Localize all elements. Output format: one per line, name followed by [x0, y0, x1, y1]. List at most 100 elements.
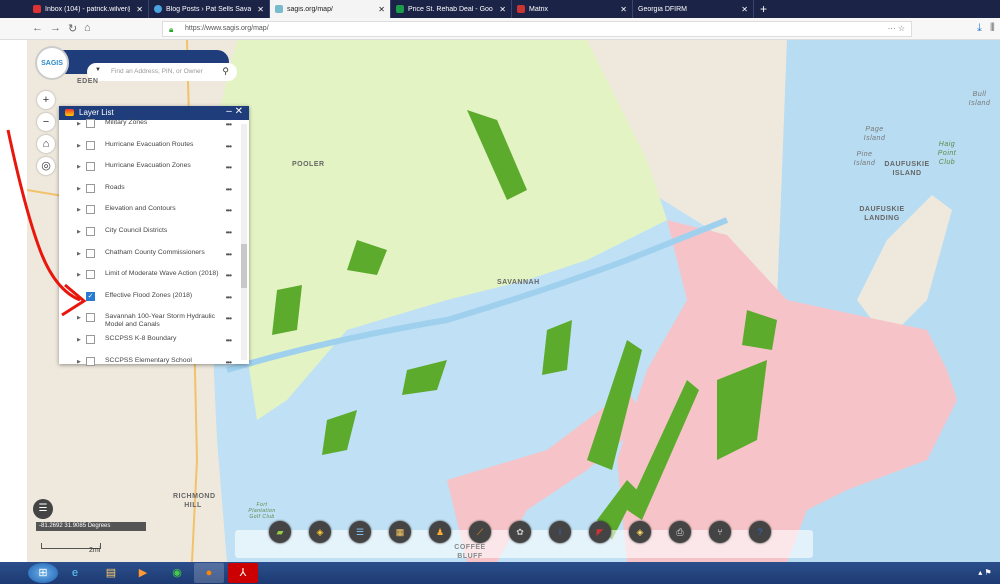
- scrollbar-thumb[interactable]: [241, 244, 247, 288]
- tab-matrix[interactable]: Matrix ✕: [512, 0, 633, 18]
- more-options-icon[interactable]: •••: [226, 314, 232, 323]
- expand-arrow-icon[interactable]: ▶: [77, 337, 81, 343]
- expand-arrow-icon[interactable]: ▶: [77, 272, 81, 278]
- acrobat-icon[interactable]: ⅄: [228, 563, 258, 583]
- more-options-icon[interactable]: •••: [226, 271, 232, 280]
- layer-checkbox[interactable]: [86, 334, 95, 344]
- layer-row[interactable]: ▶ Hurricane Evacuation Zones •••: [59, 157, 249, 179]
- layer-row[interactable]: ▶ Elevation and Contours •••: [59, 200, 249, 222]
- close-tab-icon[interactable]: ✕: [741, 5, 748, 14]
- zoom-out-button[interactable]: −: [37, 113, 55, 131]
- chrome-icon[interactable]: ◉: [162, 563, 192, 583]
- layer-row[interactable]: ▶ City Council Districts •••: [59, 222, 249, 244]
- layer-checkbox[interactable]: [86, 270, 95, 280]
- layer-row[interactable]: ▶ ✓ Effective Flood Zones (2018) •••: [59, 287, 249, 309]
- measurement-button[interactable]: ⟋: [469, 521, 491, 543]
- more-options-icon[interactable]: •••: [226, 293, 232, 302]
- forward-icon[interactable]: →: [50, 22, 61, 34]
- expand-arrow-icon[interactable]: ▶: [77, 143, 81, 149]
- bookmark-button[interactable]: ◤: [589, 521, 611, 543]
- expand-arrow-icon[interactable]: ▶: [77, 251, 81, 257]
- draw-button[interactable]: ✿: [509, 521, 531, 543]
- zoom-in-button[interactable]: +: [37, 91, 55, 109]
- more-options-icon[interactable]: •••: [226, 142, 232, 151]
- layer-row[interactable]: ▶ Limit of Moderate Wave Action (2018) •…: [59, 265, 249, 287]
- layer-row[interactable]: ▶ SCCPSS K-8 Boundary •••: [59, 330, 249, 352]
- file-explorer-icon[interactable]: ▤: [96, 563, 126, 583]
- legend-button[interactable]: ☰: [349, 521, 371, 543]
- more-options-icon[interactable]: •••: [226, 358, 232, 367]
- downloads-icon[interactable]: ⤓: [977, 22, 982, 35]
- about-button[interactable]: i: [549, 521, 571, 543]
- my-location-button[interactable]: ◎: [37, 157, 55, 175]
- back-icon[interactable]: ←: [32, 22, 43, 34]
- close-tab-icon[interactable]: ✕: [378, 5, 385, 14]
- attribute-table-button[interactable]: ☰: [33, 499, 53, 519]
- layer-checkbox[interactable]: [86, 183, 95, 193]
- media-player-icon[interactable]: ▶: [128, 563, 158, 583]
- layer-checkbox[interactable]: [86, 226, 95, 236]
- more-options-icon[interactable]: •••: [226, 206, 232, 215]
- expand-arrow-icon[interactable]: ▶: [77, 164, 81, 170]
- library-icon[interactable]: ⦀: [990, 22, 995, 35]
- add-data-button[interactable]: ◈: [629, 521, 651, 543]
- tab-georgia-dfirm[interactable]: Georgia DFIRM ✕: [633, 0, 754, 18]
- tab-inbox[interactable]: Inbox (104) - patrick.wilver@vc ✕: [28, 0, 149, 18]
- layer-checkbox[interactable]: [86, 205, 95, 215]
- tab-sagis[interactable]: sagis.org/map/ ✕: [270, 0, 391, 18]
- tab-blog-posts[interactable]: Blog Posts › Pat Sells Savannah ✕: [149, 0, 270, 18]
- close-tab-icon[interactable]: ✕: [136, 5, 143, 14]
- layer-row[interactable]: ▶ Hurricane Evacuation Routes •••: [59, 136, 249, 158]
- layer-list-button[interactable]: ◈: [309, 521, 331, 543]
- new-tab-button[interactable]: +: [754, 0, 773, 18]
- expand-arrow-icon[interactable]: ▶: [77, 121, 81, 127]
- layer-row[interactable]: ▶ Military Zones •••: [59, 114, 249, 136]
- page-actions-icon[interactable]: ··· ☆: [888, 24, 905, 33]
- layer-checkbox[interactable]: [86, 162, 95, 172]
- layer-checkbox[interactable]: [86, 119, 95, 128]
- layer-checkbox[interactable]: [86, 140, 95, 150]
- search-icon[interactable]: ⚲: [222, 66, 229, 77]
- layer-row[interactable]: ▶ Roads •••: [59, 179, 249, 201]
- layer-row[interactable]: ▶ Savannah 100-Year Storm Hydraulic Mode…: [59, 308, 249, 330]
- overview-button[interactable]: ▦: [389, 521, 411, 543]
- layer-checkbox[interactable]: [86, 313, 95, 323]
- expand-arrow-icon[interactable]: ▶: [77, 315, 81, 321]
- help-button[interactable]: ?: [749, 521, 771, 543]
- share-button[interactable]: ⑂: [709, 521, 731, 543]
- close-tab-icon[interactable]: ✕: [620, 5, 627, 14]
- streetview-button[interactable]: ♟: [429, 521, 451, 543]
- close-tab-icon[interactable]: ✕: [257, 5, 264, 14]
- expand-arrow-icon[interactable]: ▶: [77, 186, 81, 192]
- expand-arrow-icon[interactable]: ▶: [77, 359, 81, 365]
- basemap-gallery-button[interactable]: ▰: [269, 521, 291, 543]
- internet-explorer-icon[interactable]: e: [60, 563, 90, 583]
- search-input[interactable]: ▼ Find an Address, PIN, or Owner ⚲: [87, 63, 237, 81]
- more-options-icon[interactable]: •••: [226, 336, 232, 345]
- home-extent-button[interactable]: ⌂: [37, 135, 55, 153]
- expand-arrow-icon[interactable]: ▶: [77, 229, 81, 235]
- expand-arrow-icon[interactable]: ▶: [77, 294, 81, 300]
- scrollbar[interactable]: [241, 124, 247, 360]
- layer-checkbox[interactable]: [86, 248, 95, 258]
- home-icon[interactable]: ⌂: [84, 22, 91, 34]
- firefox-icon[interactable]: ●: [194, 563, 224, 583]
- more-options-icon[interactable]: •••: [226, 228, 232, 237]
- layer-row[interactable]: ▶ SCCPSS Elementary School •••: [59, 352, 249, 374]
- more-options-icon[interactable]: •••: [226, 120, 232, 129]
- start-button[interactable]: ⊞: [28, 563, 58, 583]
- expand-arrow-icon[interactable]: ▶: [77, 207, 81, 213]
- reload-icon[interactable]: ↻: [68, 22, 77, 35]
- more-options-icon[interactable]: •••: [226, 185, 232, 194]
- chevron-down-icon[interactable]: ▼: [95, 67, 101, 73]
- more-options-icon[interactable]: •••: [226, 163, 232, 172]
- system-tray[interactable]: ▴ ⚑: [970, 563, 1000, 583]
- layer-checkbox[interactable]: [86, 356, 95, 366]
- layer-row[interactable]: ▶ Chatham County Commissioners •••: [59, 244, 249, 266]
- layer-checkbox[interactable]: ✓: [86, 291, 95, 301]
- more-options-icon[interactable]: •••: [226, 250, 232, 259]
- print-button[interactable]: ⎙: [669, 521, 691, 543]
- close-tab-icon[interactable]: ✕: [499, 5, 506, 14]
- url-bar[interactable]: 🔒︎ https://www.sagis.org/map/ ··· ☆: [162, 21, 912, 37]
- tab-price-st[interactable]: Price St. Rehab Deal - Google S ✕: [391, 0, 512, 18]
